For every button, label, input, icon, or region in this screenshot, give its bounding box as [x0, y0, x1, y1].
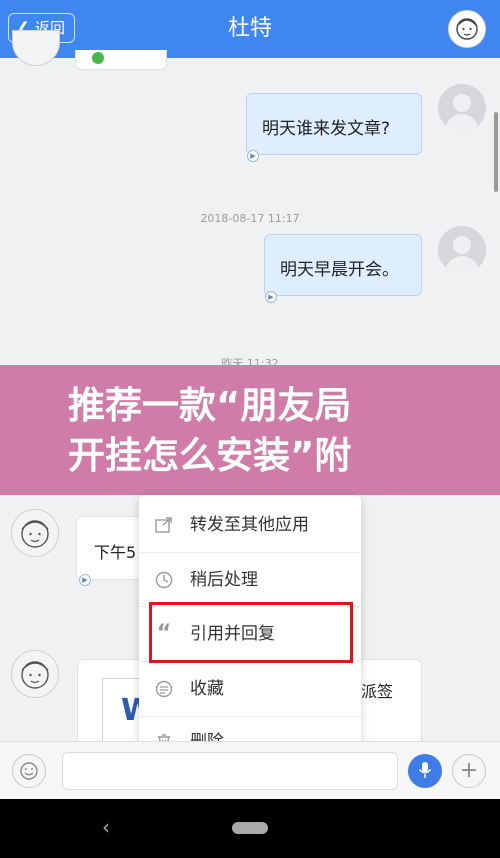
nav-home-pill[interactable]: [232, 822, 268, 834]
timestamp: 2018-08-17 11:17: [200, 212, 300, 225]
nav-back-icon[interactable]: ‹: [102, 815, 110, 839]
composer-bar: +: [0, 741, 500, 799]
message-text: 明天早晨开会。: [280, 260, 399, 280]
play-icon[interactable]: ▶: [265, 291, 277, 303]
menu-item-forward[interactable]: 转发至其他应用: [139, 498, 361, 552]
menu-item-label: 稍后处理: [190, 570, 258, 590]
menu-item-label: 转发至其他应用: [190, 515, 309, 535]
scrollbar[interactable]: [494, 112, 498, 192]
play-icon[interactable]: ▶: [247, 150, 259, 162]
mic-icon: [415, 762, 435, 784]
voice-button[interactable]: [408, 754, 442, 788]
message-input[interactable]: [62, 752, 398, 790]
message-bubble[interactable]: 明天早晨开会。: [264, 234, 422, 296]
emoji-button[interactable]: [12, 754, 46, 788]
contact-avatar[interactable]: [11, 509, 59, 557]
system-nav-bar: ‹: [0, 799, 500, 858]
highlight-annotation: [149, 602, 353, 663]
forward-icon: [154, 515, 174, 535]
promo-banner: 推荐一款“朋友局 开挂怎么安装”附: [0, 365, 500, 495]
menu-item-favorite[interactable]: 收藏: [139, 662, 361, 716]
message-bubble-partial[interactable]: [75, 50, 167, 70]
my-avatar[interactable]: [438, 84, 486, 132]
message-text: 下午5: [94, 543, 137, 562]
contact-avatar[interactable]: [11, 650, 59, 698]
menu-item-label: 收藏: [190, 679, 224, 699]
contact-avatar[interactable]: [448, 10, 486, 48]
emoji-icon: [19, 762, 39, 785]
menu-item-later[interactable]: 稍后处理: [139, 553, 361, 607]
favorite-icon: [154, 679, 174, 699]
status-dot-icon: [92, 52, 104, 64]
add-button[interactable]: +: [452, 754, 486, 788]
message-bubble[interactable]: 明天谁来发文章?: [246, 93, 422, 155]
banner-line-1: 推荐一款“朋友局: [68, 384, 352, 427]
message-text: 明天谁来发文章?: [262, 119, 391, 139]
clock-icon: [154, 570, 174, 590]
banner-line-2: 开挂怎么安装”附: [68, 434, 352, 477]
plus-icon: +: [459, 758, 479, 783]
play-icon[interactable]: ▶: [79, 574, 91, 586]
my-avatar[interactable]: [438, 226, 486, 274]
